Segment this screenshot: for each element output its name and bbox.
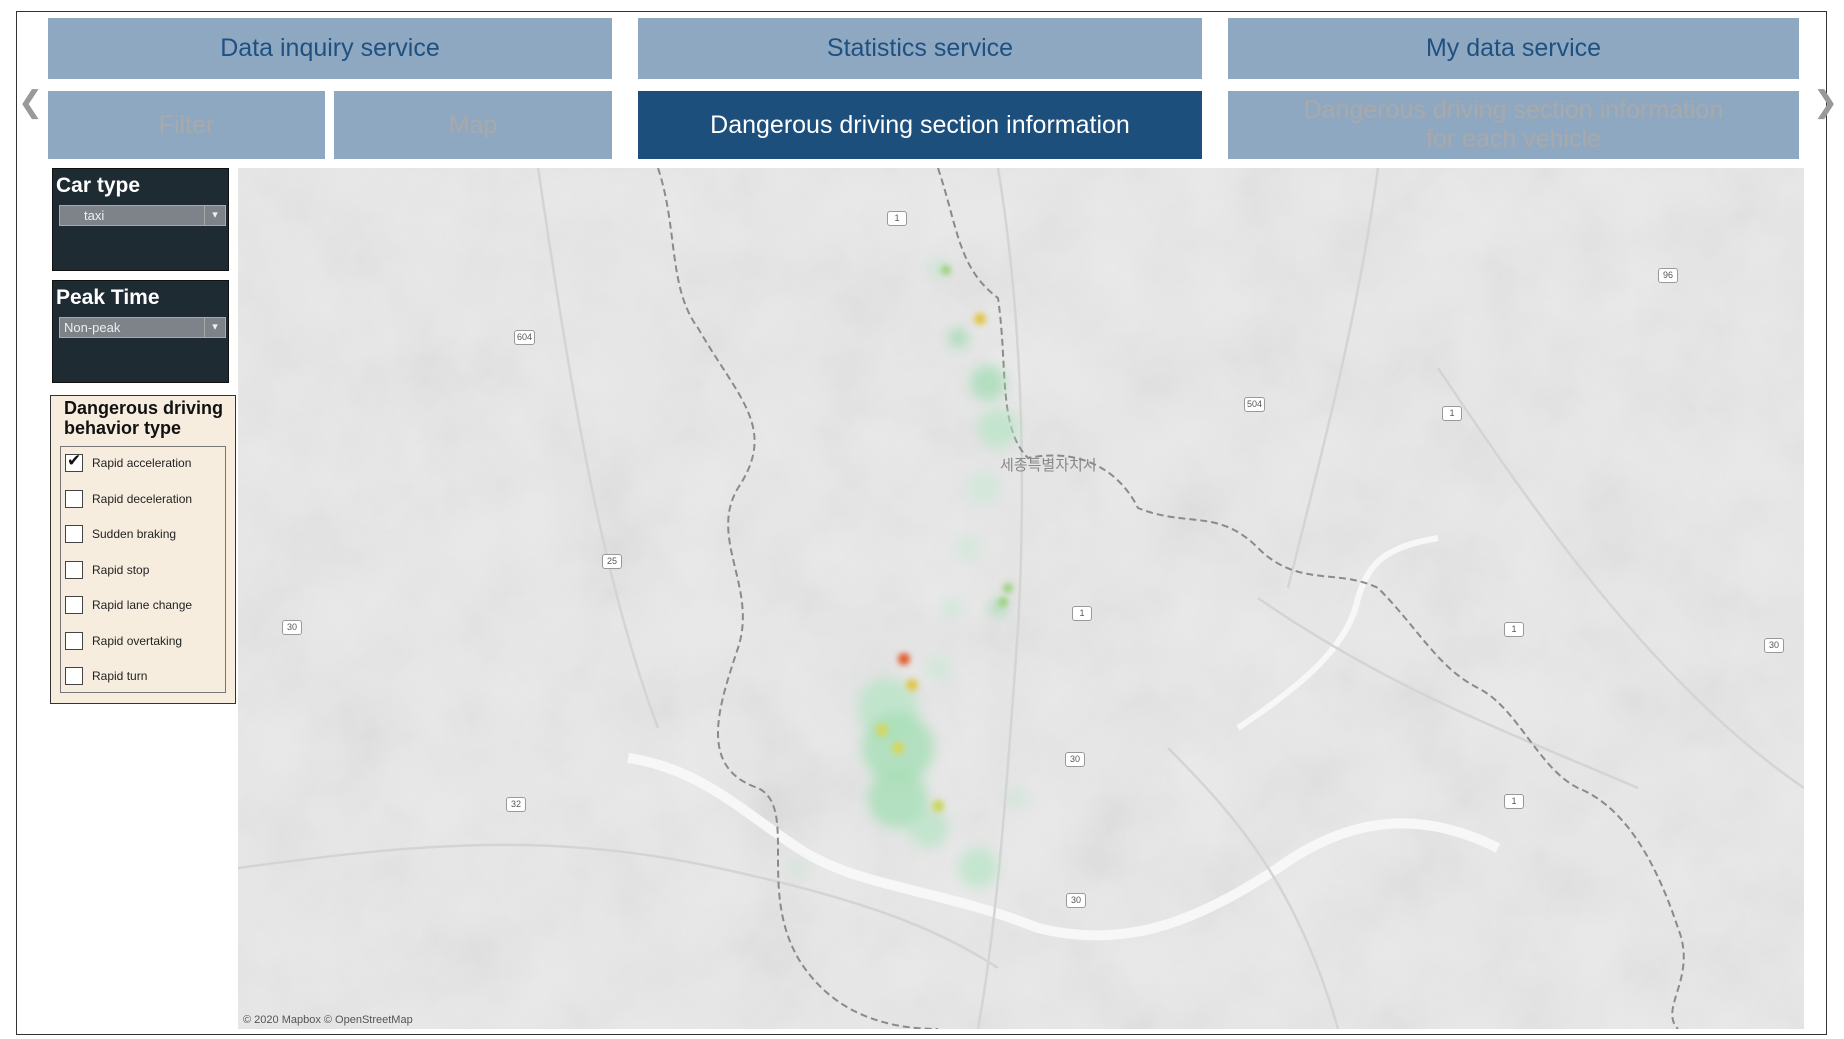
behavior-title-line: behavior type — [64, 418, 182, 438]
tab-label: Dangerous driving section information — [710, 110, 1130, 139]
route-shield: 504 — [1244, 397, 1266, 412]
checkbox[interactable] — [65, 560, 83, 579]
city-label: 세종특별자치시 — [1000, 457, 1097, 474]
tab-label: Statistics service — [826, 34, 1014, 63]
route-shield: 1 — [1504, 622, 1524, 637]
checkbox[interactable] — [65, 525, 83, 543]
checkbox[interactable] — [65, 489, 83, 508]
heatmap-map[interactable]: 세종특별자치시 © 2020 Mapbox © OpenStreetMap 1 6… — [238, 168, 1804, 1029]
route-shield: 30 — [282, 620, 302, 635]
tab-label: Map — [448, 110, 498, 139]
chevron-down-icon[interactable]: ▾ — [204, 206, 225, 225]
tab-dangerous-driving-section[interactable]: Dangerous driving section information — [638, 91, 1202, 159]
checkmark-icon: ✔ — [67, 451, 82, 471]
behavior-checkbox-item[interactable]: Rapid deceleration — [65, 488, 192, 510]
checkbox-label: Rapid deceleration — [92, 491, 193, 506]
prev-arrow-icon[interactable]: ❮ — [18, 88, 43, 118]
route-shield: 1 — [1504, 794, 1524, 809]
route-shield: 604 — [514, 330, 536, 345]
route-shield: 25 — [602, 554, 622, 569]
checkbox-label: Sudden braking — [92, 527, 177, 541]
tab-label: Filter — [158, 110, 215, 139]
checkbox[interactable] — [65, 631, 83, 650]
tab-label: My data service — [1425, 34, 1602, 63]
route-shield: 1 — [1442, 406, 1462, 421]
tab-filter[interactable]: Filter — [48, 91, 325, 159]
behavior-checkbox-item[interactable]: Rapid lane change — [65, 594, 192, 616]
tab-map[interactable]: Map — [334, 91, 612, 159]
behavior-checkbox-item[interactable]: Rapid overtaking — [65, 630, 182, 652]
tab-statistics-service[interactable]: Statistics service — [638, 18, 1202, 79]
route-shield: 30 — [1065, 752, 1085, 767]
route-shield: 96 — [1658, 268, 1678, 283]
checkbox-label: Rapid turn — [92, 669, 148, 683]
tab-dangerous-driving-section-vehicle[interactable]: Dangerous driving section information fo… — [1228, 91, 1799, 159]
checkbox[interactable] — [65, 596, 83, 614]
map-canvas — [238, 168, 1804, 1029]
behavior-checkbox-item[interactable]: ✔ Rapid acceleration — [65, 451, 192, 474]
peak-time-panel: Peak Time Non-peak ▾ — [52, 280, 229, 383]
next-arrow-icon[interactable]: ❯ — [1813, 88, 1838, 118]
route-shield: 30 — [1764, 638, 1784, 653]
route-shield: 32 — [506, 797, 526, 812]
behavior-title-line: Dangerous driving — [64, 398, 224, 418]
car-type-panel: Car type taxi ▾ — [52, 168, 229, 271]
checkbox-checked[interactable]: ✔ — [65, 451, 83, 472]
car-type-value: taxi — [84, 208, 105, 223]
behavior-checkbox-list: ✔ Rapid acceleration Rapid deceleration Sud… — [60, 446, 226, 693]
car-type-title: Car type — [56, 174, 141, 197]
checkbox-label: Rapid overtaking — [92, 633, 183, 648]
route-shield: 1 — [1072, 606, 1092, 621]
behavior-type-title: Dangerous driving behavior type — [64, 398, 223, 438]
peak-time-dropdown[interactable]: Non-peak ▾ — [59, 317, 226, 338]
checkbox-label: Rapid lane change — [92, 598, 193, 612]
terrain-texture — [238, 168, 1804, 1029]
map-attribution: © 2020 Mapbox © OpenStreetMap — [243, 1014, 413, 1026]
tab-data-inquiry-service[interactable]: Data inquiry service — [48, 18, 612, 79]
checkbox[interactable] — [65, 667, 83, 685]
tab-my-data-service[interactable]: My data service — [1228, 18, 1799, 79]
tab-label: Data inquiry service — [220, 34, 440, 63]
behavior-checkbox-item[interactable]: Rapid stop — [65, 559, 149, 581]
checkbox-label: Rapid acceleration — [92, 456, 192, 470]
tab-label: Dangerous driving section information fo… — [1303, 96, 1724, 153]
route-shield: 30 — [1066, 893, 1086, 908]
behavior-checkbox-item[interactable]: Sudden braking — [65, 523, 176, 545]
car-type-dropdown[interactable]: taxi ▾ — [59, 205, 226, 226]
peak-time-title: Peak Time — [56, 286, 160, 309]
behavior-checkbox-item[interactable]: Rapid turn — [65, 665, 147, 687]
route-shield: 1 — [887, 211, 907, 226]
checkbox-label: Rapid stop — [92, 562, 150, 577]
peak-time-value: Non-peak — [64, 320, 121, 335]
chevron-down-icon[interactable]: ▾ — [204, 318, 225, 337]
behavior-type-panel: Dangerous driving behavior type ✔ Rapid a… — [50, 395, 236, 704]
